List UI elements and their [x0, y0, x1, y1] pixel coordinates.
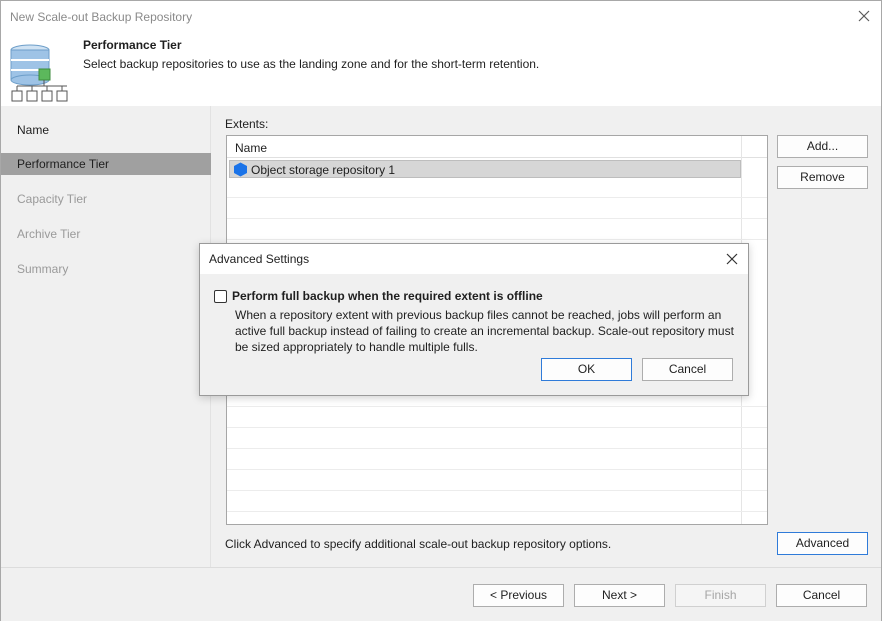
advanced-settings-dialog: Advanced Settings Perform full backup wh…	[199, 243, 749, 396]
extents-label: Extents:	[225, 117, 269, 131]
sidebar-item-archive-tier: Archive Tier	[17, 227, 81, 241]
next-button[interactable]: Next >	[574, 584, 665, 607]
previous-button[interactable]: < Previous	[473, 584, 564, 607]
sidebar-item-performance-tier[interactable]: Performance Tier	[1, 153, 211, 175]
row-separator	[227, 427, 767, 428]
close-icon[interactable]	[724, 251, 740, 267]
cancel-button[interactable]: Cancel	[776, 584, 867, 607]
hexagon-icon	[234, 162, 247, 177]
wizard-steps-sidebar: Name Performance Tier Capacity Tier Arch…	[1, 106, 211, 567]
row-separator	[227, 239, 767, 240]
sidebar-item-summary: Summary	[17, 262, 69, 276]
dialog-title: Advanced Settings	[209, 252, 310, 266]
title-bar: New Scale-out Backup Repository	[1, 1, 881, 32]
full-backup-checkbox-label[interactable]: Perform full backup when the required ex…	[232, 289, 543, 303]
row-separator	[227, 197, 767, 198]
row-separator	[227, 448, 767, 449]
wizard-header: Performance Tier Select backup repositor…	[1, 32, 881, 106]
row-separator	[227, 406, 767, 407]
row-separator	[227, 218, 767, 219]
dialog-title-bar: Advanced Settings	[200, 244, 748, 274]
window-title: New Scale-out Backup Repository	[10, 10, 193, 24]
step-title: Performance Tier	[83, 38, 182, 52]
list-item[interactable]: Object storage repository 1	[229, 160, 741, 178]
advanced-hint: Click Advanced to specify additional sca…	[225, 537, 612, 551]
full-backup-checkbox[interactable]	[214, 290, 227, 303]
column-header-name[interactable]: Name	[227, 136, 767, 158]
row-separator	[227, 490, 767, 491]
advanced-button[interactable]: Advanced	[777, 532, 868, 555]
wizard-footer: < Previous Next > Finish Cancel	[1, 567, 881, 621]
ok-button[interactable]: OK	[541, 358, 632, 381]
row-separator	[227, 469, 767, 470]
sidebar-item-capacity-tier: Capacity Tier	[17, 192, 88, 206]
remove-button[interactable]: Remove	[777, 166, 868, 189]
column-header-label: Name	[235, 141, 268, 155]
finish-button: Finish	[675, 584, 766, 607]
scale-out-repository-icon	[10, 44, 68, 102]
step-description: Select backup repositories to use as the…	[83, 57, 540, 71]
dialog-cancel-button[interactable]: Cancel	[642, 358, 733, 381]
add-button[interactable]: Add...	[777, 135, 868, 158]
full-backup-description: When a repository extent with previous b…	[235, 308, 734, 354]
close-icon[interactable]	[855, 7, 873, 25]
sidebar-item-name[interactable]: Name	[1, 119, 211, 141]
list-item-label: Object storage repository 1	[251, 163, 396, 177]
row-separator	[227, 511, 767, 512]
